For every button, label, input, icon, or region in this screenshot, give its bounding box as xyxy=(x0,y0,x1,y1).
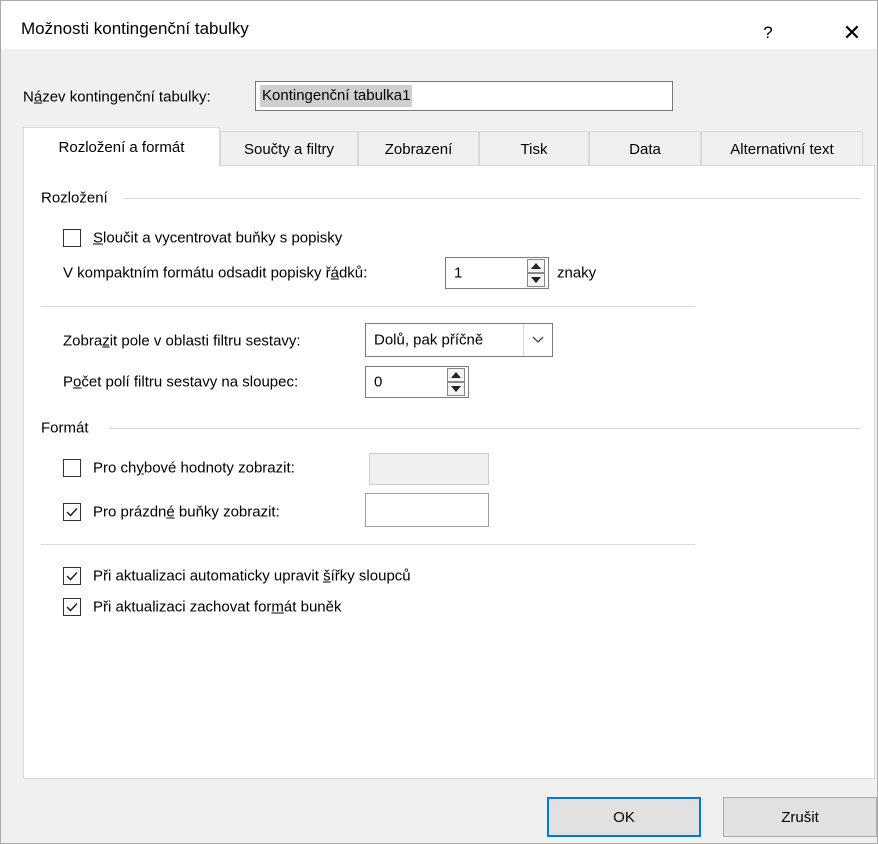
triangle-up-icon xyxy=(451,372,461,378)
chevron-down-icon xyxy=(523,324,552,356)
ok-button[interactable]: OK xyxy=(547,797,701,837)
indent-label: V kompaktním formátu odsadit popisky řád… xyxy=(63,264,368,282)
error-values-label: Pro chybové hodnoty zobrazit: xyxy=(93,459,295,477)
merge-center-label: Sloučit a vycentrovat buňky s popisky xyxy=(93,229,343,247)
filter-count-spin-down[interactable] xyxy=(447,382,465,396)
preserve-format-checkbox[interactable] xyxy=(63,598,81,616)
pivot-name-label: Název kontingenční tabulky: xyxy=(23,88,211,106)
error-values-input[interactable] xyxy=(369,453,489,485)
tab-totals-filters[interactable]: Součty a filtry xyxy=(220,131,358,166)
merge-center-checkbox[interactable] xyxy=(63,229,81,247)
indent-spin-down[interactable] xyxy=(527,273,545,287)
autofit-columns-checkbox[interactable] xyxy=(63,567,81,585)
checkmark-icon xyxy=(66,571,78,581)
close-icon: ✕ xyxy=(842,20,862,45)
pivot-name-input[interactable]: Kontingenční tabulka1 xyxy=(255,81,673,111)
filter-area-value: Dolů, pak příčně xyxy=(374,331,484,349)
title-bar: Možnosti kontingenční tabulky ? ✕ xyxy=(1,1,877,49)
filter-area-label: Zobrazit pole v oblasti filtru sestavy: xyxy=(63,332,301,350)
tab-alt-text[interactable]: Alternativní text xyxy=(701,131,863,166)
layout-separator xyxy=(41,306,695,307)
checkmark-icon xyxy=(66,602,78,612)
empty-cells-checkbox[interactable] xyxy=(63,503,81,521)
tab-display[interactable]: Zobrazení xyxy=(358,131,479,166)
preserve-format-label: Při aktualizaci zachovat formát buněk xyxy=(93,598,342,616)
filter-count-spin-up[interactable] xyxy=(447,368,465,382)
filter-area-select[interactable]: Dolů, pak příčně xyxy=(365,323,553,357)
empty-cells-input[interactable] xyxy=(365,493,489,527)
dialog-title: Možnosti kontingenční tabulky xyxy=(21,19,249,38)
indent-value: 1 xyxy=(454,264,463,282)
empty-cells-label: Pro prázdné buňky zobrazit: xyxy=(93,503,280,521)
triangle-down-icon xyxy=(531,277,541,283)
format-group-title: Formát xyxy=(41,419,89,437)
close-button[interactable]: ✕ xyxy=(835,19,869,47)
error-values-checkbox[interactable] xyxy=(63,459,81,477)
tab-data[interactable]: Data xyxy=(589,131,701,166)
tab-layout-format[interactable]: Rozložení a formát xyxy=(23,127,220,167)
triangle-down-icon xyxy=(451,386,461,392)
cancel-button[interactable]: Zrušit xyxy=(723,797,877,837)
pivot-name-value: Kontingenční tabulka1 xyxy=(260,85,413,107)
autofit-columns-label: Při aktualizaci automaticky upravit šířk… xyxy=(93,567,411,585)
format-group-line xyxy=(109,428,861,429)
triangle-up-icon xyxy=(531,263,541,269)
help-button[interactable]: ? xyxy=(753,19,783,47)
tab-printing[interactable]: Tisk xyxy=(479,131,589,166)
layout-group-line xyxy=(123,198,861,199)
format-separator xyxy=(41,544,695,545)
checkmark-icon xyxy=(66,507,78,517)
filter-count-label: Počet polí filtru sestavy na sloupec: xyxy=(63,373,299,391)
pivot-table-options-dialog: Možnosti kontingenční tabulky ? ✕ Název … xyxy=(0,0,878,844)
filter-count-value: 0 xyxy=(374,373,383,391)
indent-suffix: znaky xyxy=(557,264,597,282)
indent-spin-up[interactable] xyxy=(527,259,545,273)
layout-group-title: Rozložení xyxy=(41,189,108,207)
